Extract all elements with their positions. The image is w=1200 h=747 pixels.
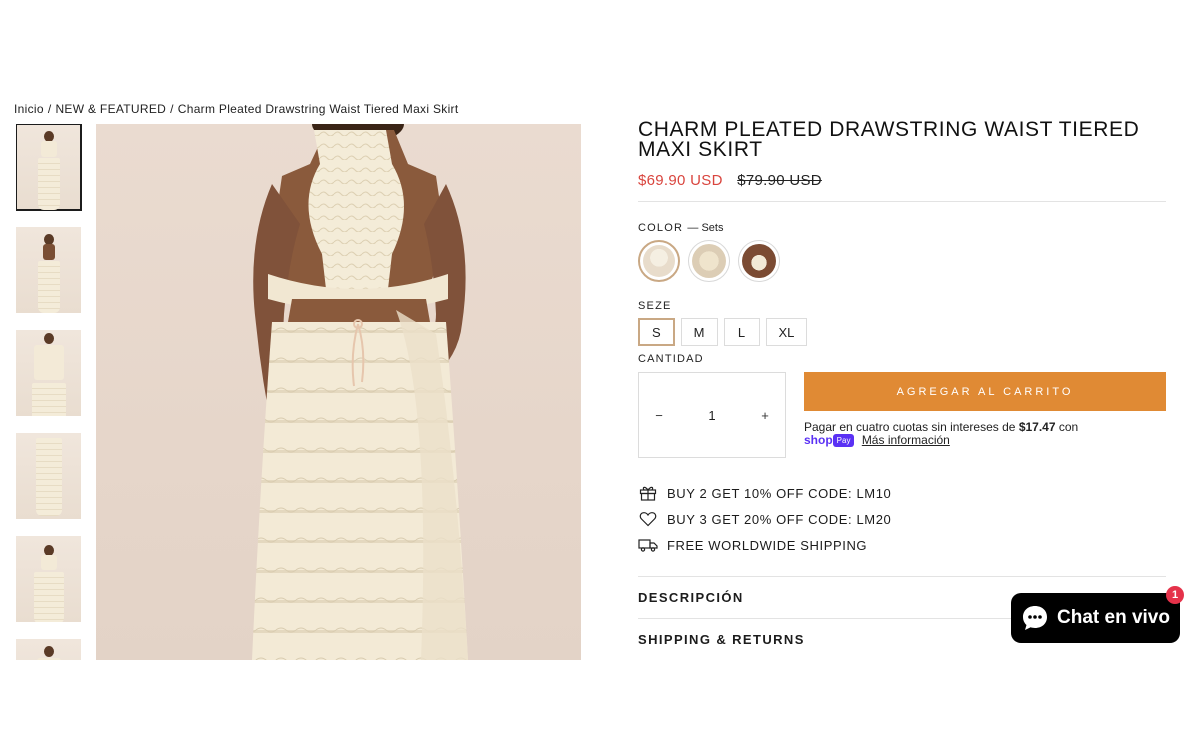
shoppay-text-after: con <box>1058 420 1079 434</box>
color-swatch-sets[interactable] <box>638 240 680 282</box>
truck-icon <box>638 536 658 554</box>
breadcrumb-home-link[interactable]: Inicio <box>14 102 44 116</box>
color-selected-value: — Sets <box>687 222 724 234</box>
sale-price: $69.90 USD <box>638 172 723 189</box>
quantity-label: CANTIDAD <box>638 353 704 365</box>
shoppay-amount: $17.47 <box>1018 420 1056 434</box>
product-main-image[interactable] <box>96 124 581 660</box>
breadcrumb-separator: / <box>47 102 52 116</box>
color-label-text: COLOR <box>638 222 684 234</box>
shoppay-installments: Pagar en cuatro cuotas sin intereses de … <box>804 421 1166 447</box>
size-option-l[interactable]: L <box>723 318 760 346</box>
color-swatch-skirt[interactable] <box>688 240 730 282</box>
thumbnail-image[interactable] <box>16 536 81 622</box>
chat-notification-badge: 1 <box>1166 586 1184 604</box>
promo-item: BUY 2 GET 10% OFF CODE: LM10 <box>638 480 1166 506</box>
compare-at-price: $79.90 USD <box>737 172 822 189</box>
color-selector: COLOR — Sets <box>638 222 1166 282</box>
chat-label: Chat en vivo <box>1057 607 1170 628</box>
thumbnail-image[interactable] <box>16 330 81 416</box>
size-option-s[interactable]: S <box>638 318 675 346</box>
breadcrumb: Inicio / NEW & FEATURED / Charm Pleated Draw… <box>14 102 458 116</box>
accordion-label: DESCRIPCIÓN <box>638 590 744 605</box>
thumbnail-gallery <box>16 124 82 660</box>
quantity-value[interactable]: 1 <box>708 408 715 423</box>
size-selector: SEZE S M L XL <box>638 300 1166 346</box>
chat-bubble-icon <box>1023 606 1047 630</box>
add-to-cart-button[interactable]: AGREGAR AL CARRITO <box>804 372 1166 411</box>
quantity-increase-button[interactable]: + <box>755 408 775 423</box>
shoppay-more-info-link[interactable]: Más información <box>862 433 950 447</box>
shoppay-badge: Pay <box>832 434 855 447</box>
promo-text: FREE WORLDWIDE SHIPPING <box>667 537 868 553</box>
shoppay-text: Pagar en cuatro cuotas sin intereses de <box>804 420 1016 434</box>
thumbnail-image[interactable] <box>16 639 81 660</box>
accordion-label: SHIPPING & RETURNS <box>638 632 805 647</box>
thumbnail-image[interactable] <box>16 124 82 211</box>
promo-item: BUY 3 GET 20% OFF CODE: LM20 <box>638 506 1166 532</box>
product-info-panel: CHARM PLEATED DRAWSTRING WAIST TIERED MA… <box>638 118 1166 661</box>
page-bottom-space <box>0 660 1200 747</box>
size-label: SEZE <box>638 300 672 312</box>
shoppay-logo: shop <box>804 433 833 447</box>
product-title: CHARM PLEATED DRAWSTRING WAIST TIERED MA… <box>638 118 1140 161</box>
size-options: S M L XL <box>638 318 1166 346</box>
buy-row: − 1 + AGREGAR AL CARRITO Pagar en cuatro… <box>638 372 1166 458</box>
buy-column: AGREGAR AL CARRITO Pagar en cuatro cuota… <box>804 372 1166 458</box>
color-swatch-top[interactable] <box>738 240 780 282</box>
size-option-xl[interactable]: XL <box>765 318 808 346</box>
divider <box>638 201 1166 202</box>
heart-icon <box>638 510 658 528</box>
breadcrumb-current: Charm Pleated Drawstring Waist Tiered Ma… <box>177 102 459 116</box>
promo-list: BUY 2 GET 10% OFF CODE: LM10 BUY 3 GET 2… <box>638 480 1166 558</box>
quantity-stepper: − 1 + <box>638 372 786 458</box>
breadcrumb-separator: / <box>170 102 174 116</box>
promo-text: BUY 2 GET 10% OFF CODE: LM10 <box>667 485 892 501</box>
promo-item: FREE WORLDWIDE SHIPPING <box>638 532 1166 558</box>
thumbnail-image[interactable] <box>16 227 81 313</box>
quantity-decrease-button[interactable]: − <box>649 408 669 423</box>
size-option-m[interactable]: M <box>680 318 718 346</box>
color-swatches <box>638 240 1166 282</box>
color-label: COLOR — Sets <box>638 222 1166 234</box>
gift-icon <box>638 484 658 502</box>
promo-text: BUY 3 GET 20% OFF CODE: LM20 <box>667 511 892 527</box>
price-block: $69.90 USD $79.90 USD <box>638 172 1166 189</box>
thumbnail-image[interactable] <box>16 433 81 519</box>
breadcrumb-category-link[interactable]: NEW & FEATURED <box>55 102 166 116</box>
live-chat-button[interactable]: Chat en vivo <box>1011 593 1180 643</box>
model-illustration <box>252 124 468 660</box>
